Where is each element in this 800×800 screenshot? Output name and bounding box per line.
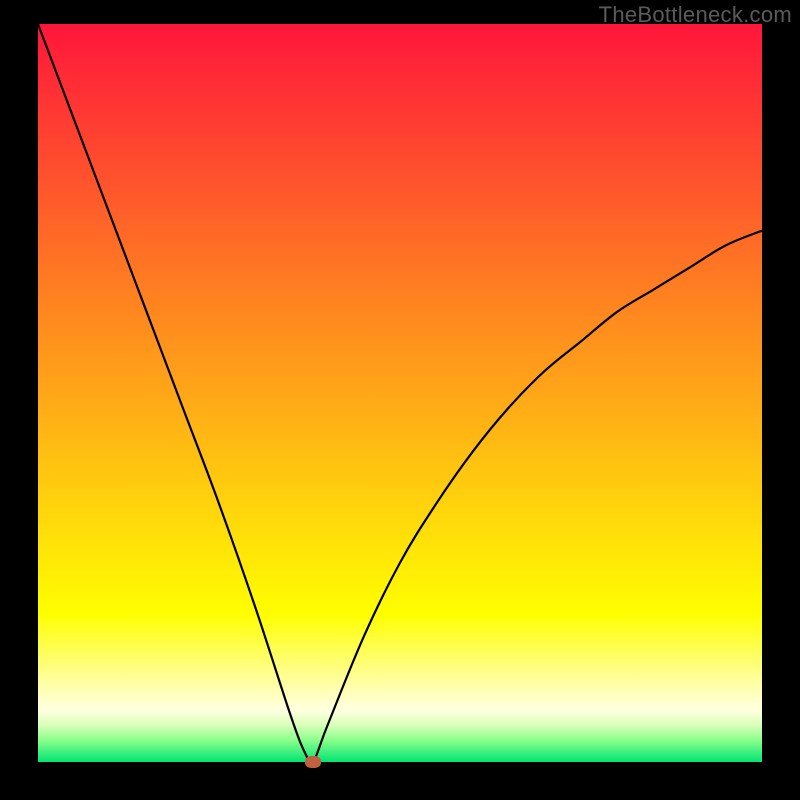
watermark-text: TheBottleneck.com bbox=[599, 2, 792, 28]
bottleneck-marker bbox=[305, 756, 321, 768]
curve-path bbox=[38, 24, 762, 762]
bottleneck-curve bbox=[38, 24, 762, 762]
chart-frame: TheBottleneck.com bbox=[0, 0, 800, 800]
plot-area bbox=[38, 24, 762, 762]
